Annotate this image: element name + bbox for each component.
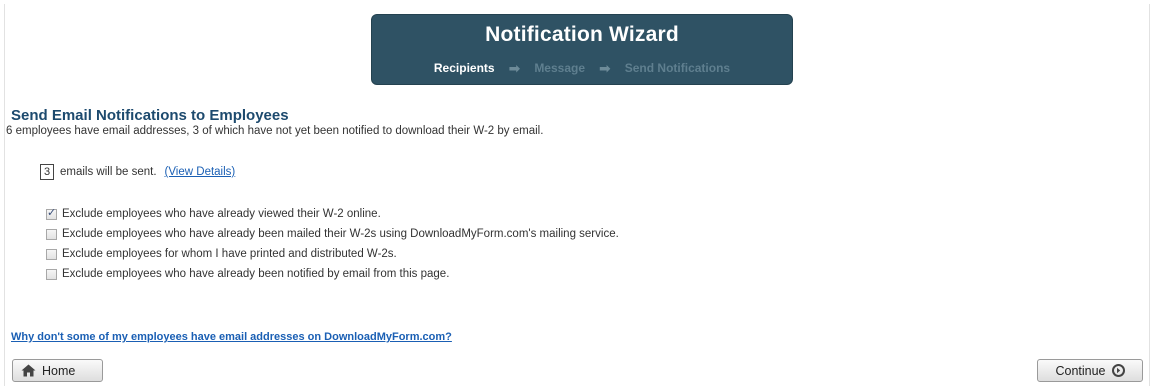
option-label: Exclude employees who have already been … — [62, 268, 450, 280]
wizard-title: Notification Wizard — [485, 23, 679, 46]
continue-arrow-icon — [1111, 364, 1125, 377]
home-button-label: Home — [42, 363, 76, 378]
checkbox-mailed[interactable] — [46, 228, 57, 240]
section-title: Send Email Notifications to Employees — [11, 107, 289, 124]
wizard-steps: Recipients ➡ Message ➡ Send Notification… — [372, 61, 792, 75]
step-recipients: Recipients — [433, 61, 495, 75]
checkbox-printed[interactable] — [46, 248, 57, 260]
email-count-badge: 3 — [40, 164, 54, 180]
arrow-right-icon: ➡ — [508, 60, 521, 76]
email-count-row: 3 emails will be sent. (View Details) — [40, 164, 235, 180]
home-icon — [21, 364, 36, 377]
wizard-header: Notification Wizard Recipients ➡ Message… — [372, 15, 792, 84]
option-mailed[interactable]: Exclude employees who have already been … — [46, 225, 619, 243]
option-notified[interactable]: Exclude employees who have already been … — [46, 265, 619, 283]
step-send-notifications: Send Notifications — [624, 61, 731, 75]
checkbox-notified[interactable] — [46, 268, 57, 280]
view-details-link[interactable]: (View Details) — [165, 166, 236, 178]
continue-button[interactable]: Continue — [1037, 359, 1143, 382]
option-printed[interactable]: Exclude employees for whom I have printe… — [46, 245, 619, 263]
option-viewed-online[interactable]: Exclude employees who have already viewe… — [46, 205, 619, 223]
continue-button-label: Continue — [1055, 363, 1106, 378]
summary-text: 6 employees have email addresses, 3 of w… — [6, 125, 544, 137]
arrow-right-icon: ➡ — [599, 60, 611, 76]
option-label: Exclude employees who have already been … — [62, 228, 619, 240]
option-label: Exclude employees who have already viewe… — [62, 208, 381, 220]
home-button[interactable]: Home — [12, 359, 103, 382]
exclude-options: Exclude employees who have already viewe… — [46, 205, 619, 285]
checkbox-viewed-online[interactable] — [46, 206, 57, 220]
option-label: Exclude employees for whom I have printe… — [62, 248, 397, 260]
email-count-text: emails will be sent. — [60, 166, 157, 178]
step-message: Message — [534, 61, 586, 75]
email-help-link[interactable]: Why don't some of my employees have emai… — [11, 331, 452, 343]
